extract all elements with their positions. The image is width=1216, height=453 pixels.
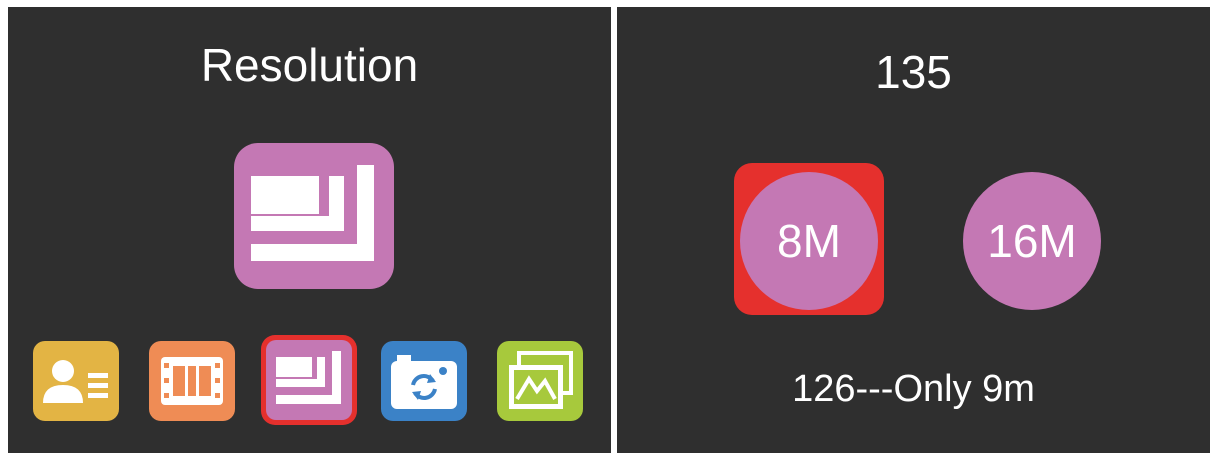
gallery-icon[interactable] [497,341,583,421]
film-icon[interactable] [149,341,235,421]
page-title: Resolution [200,39,419,91]
camera-rotate-icon[interactable] [381,341,467,421]
panel-title: 135 [875,46,952,98]
resolution-options-panel: 135 8M 16M 126---Only 9m [617,7,1210,453]
resolution-icon [266,340,352,420]
option-16m-button[interactable]: 16M [963,172,1101,310]
user-profile-icon[interactable] [33,341,119,421]
remaining-info: 126---Only 9m [792,368,1035,410]
resolution-icon [234,143,394,289]
option-8m-button[interactable]: 8M [740,172,878,310]
resolution-menu-panel: Resolution [8,7,611,453]
resolution-icon-selected[interactable] [261,335,357,425]
